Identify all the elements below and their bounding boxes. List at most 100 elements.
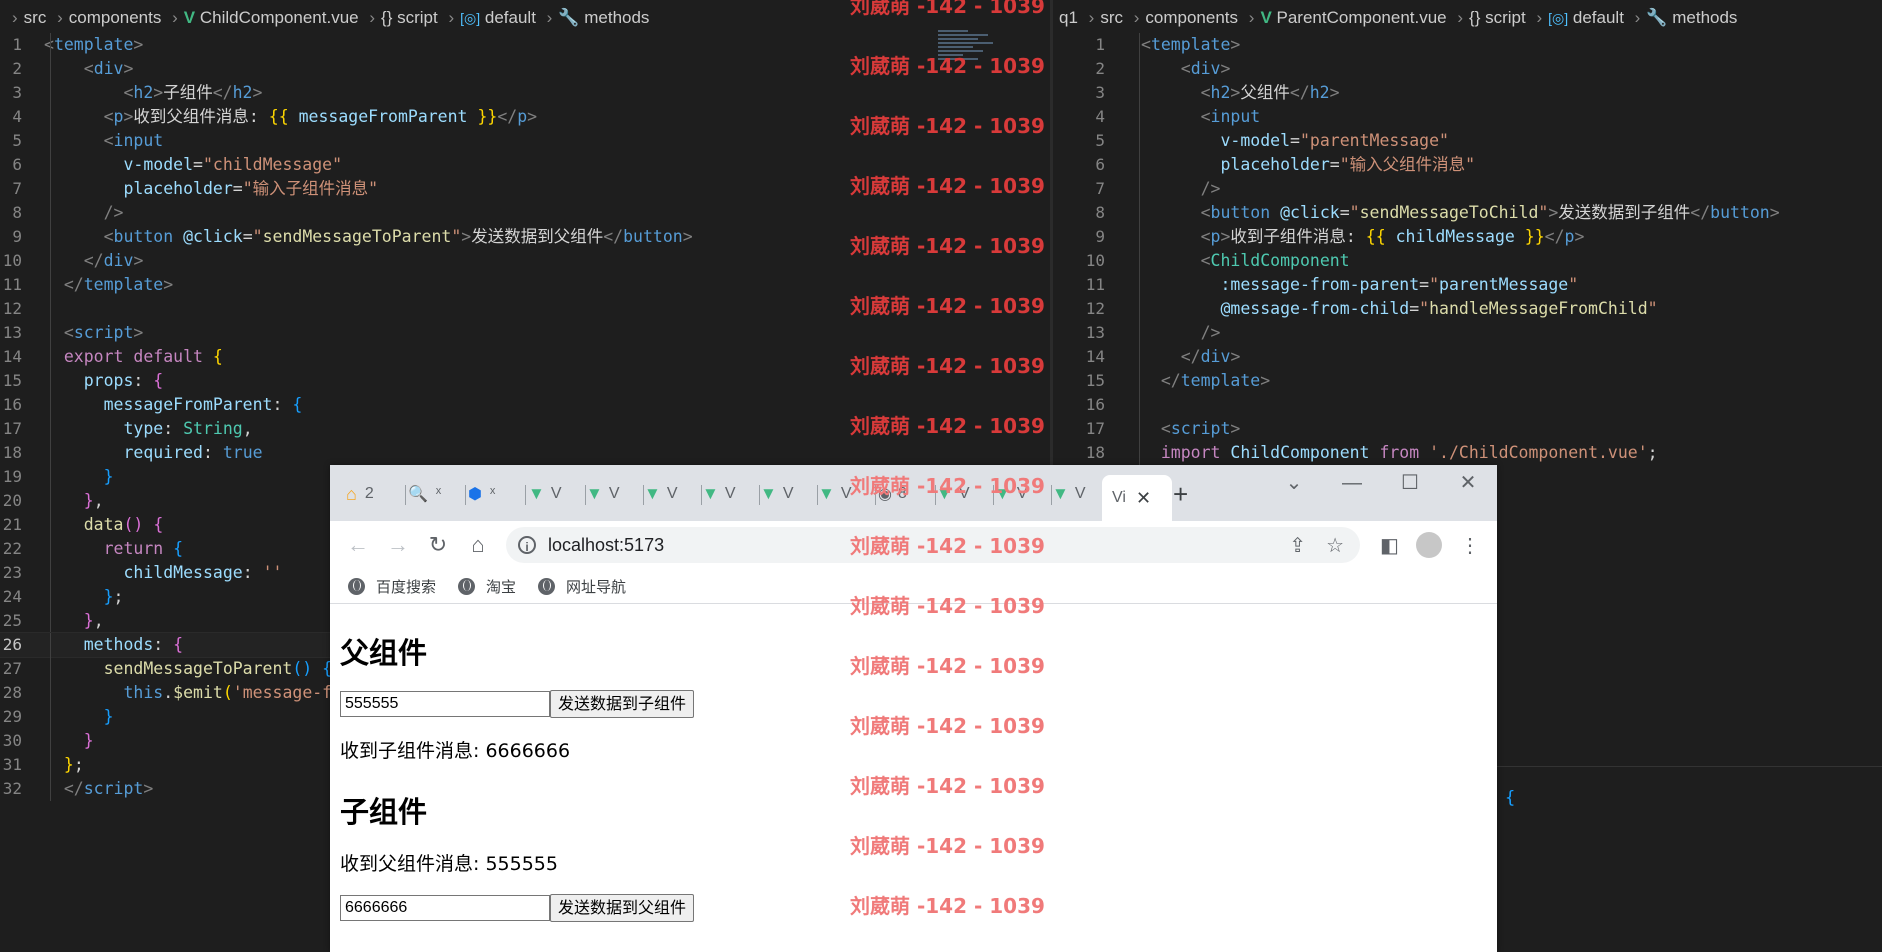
back-arrow-icon[interactable]: ← [338, 532, 378, 558]
line-number: 18 [1085, 443, 1105, 462]
code-line[interactable]: 14 export default { [0, 345, 1050, 369]
breadcrumb-default[interactable]: default [485, 8, 536, 27]
code-line[interactable]: 4 <input [1053, 105, 1882, 129]
line-number: 4 [1095, 107, 1105, 126]
code-line[interactable]: 7 placeholder="输入子组件消息" [0, 177, 1050, 201]
child-message-input[interactable]: 6666666 [340, 895, 550, 921]
tab-active[interactable]: Vi ✕ [1102, 475, 1172, 521]
site-info-icon[interactable]: i [518, 536, 536, 554]
code-line[interactable]: 1 <template> [1053, 33, 1882, 57]
code-line[interactable]: 12 [0, 297, 1050, 321]
tab-12[interactable]: ▼ V [994, 479, 1052, 509]
tab-10[interactable]: ◉ 8 [878, 479, 936, 509]
bookmark-baidu[interactable]: 百度搜索 [348, 576, 436, 597]
code-line[interactable]: 15 props: { [0, 369, 1050, 393]
code-line[interactable]: 4 <p>收到父组件消息: {{ messageFromParent }}</p… [0, 105, 1050, 129]
tab-5[interactable]: ▼ V [586, 479, 644, 509]
symbol-object-icon: [◎] [1548, 10, 1569, 26]
breadcrumb-q1[interactable]: q1 [1059, 8, 1078, 27]
breadcrumb-src[interactable]: src [24, 8, 47, 27]
side-panel-icon[interactable]: ◧ [1380, 533, 1399, 558]
send-to-parent-button[interactable]: 发送数据到父组件 [550, 894, 695, 922]
code-line[interactable]: 15 </template> [1053, 369, 1882, 393]
code-line[interactable]: 11 </template> [0, 273, 1050, 297]
line-number: 4 [12, 107, 22, 126]
code-line[interactable]: 3 <h2>子组件</h2> [0, 81, 1050, 105]
maximize-icon[interactable]: ☐ [1381, 465, 1439, 505]
breadcrumb-components[interactable]: components [1145, 8, 1238, 27]
url-text[interactable]: localhost:5173 [548, 535, 664, 556]
tab-4[interactable]: ▼ V [528, 479, 586, 509]
address-bar[interactable]: i localhost:5173 ⇪ ☆ [506, 527, 1360, 563]
breadcrumb-default[interactable]: default [1573, 8, 1624, 27]
code-line[interactable]: 3 <h2>父组件</h2> [1053, 81, 1882, 105]
tab-9[interactable]: ▼ V [818, 479, 876, 509]
code-line[interactable]: 5 <input [0, 129, 1050, 153]
breadcrumb-script[interactable]: {} script [1469, 8, 1526, 27]
tab-label: ˣ [435, 485, 442, 502]
code-line[interactable]: 9 <button @click="sendMessageToParent">发… [0, 225, 1050, 249]
breadcrumb-src[interactable]: src [1100, 8, 1123, 27]
code-line[interactable]: 18 import ChildComponent from './ChildCo… [1053, 441, 1882, 465]
code-line[interactable]: 8 /> [0, 201, 1050, 225]
breadcrumb-methods[interactable]: methods [1672, 8, 1737, 27]
code-line[interactable]: 13 <script> [0, 321, 1050, 345]
tab-search-chevron-icon[interactable]: ⌄ [1265, 465, 1323, 505]
code-line[interactable]: 10 </div> [0, 249, 1050, 273]
breadcrumb-components[interactable]: components [69, 8, 162, 27]
indent-guide [50, 201, 51, 225]
bookmark-star-icon[interactable]: ☆ [1326, 533, 1344, 558]
tab-7[interactable]: ▼ V [702, 479, 760, 509]
bookmark-nav[interactable]: 网址导航 [538, 576, 626, 597]
menu-dots-icon[interactable]: ⋮ [1460, 533, 1480, 558]
code-line[interactable]: 13 /> [1053, 321, 1882, 345]
indent-guide [50, 705, 51, 729]
code-line[interactable]: 6 v-model="childMessage" [0, 153, 1050, 177]
code-line[interactable]: 16 [1053, 393, 1882, 417]
forward-arrow-icon[interactable]: → [378, 532, 418, 558]
left-minimap[interactable] [938, 28, 1008, 88]
share-icon[interactable]: ⇪ [1289, 533, 1306, 558]
parent-message-input[interactable]: 555555 [340, 691, 550, 717]
tab-8[interactable]: ▼ V [760, 479, 818, 509]
code-line[interactable]: 11 :message-from-parent="parentMessage" [1053, 273, 1882, 297]
code-line[interactable]: 14 </div> [1053, 345, 1882, 369]
code-line[interactable]: 10 <ChildComponent [1053, 249, 1882, 273]
send-to-child-button[interactable]: 发送数据到子组件 [550, 690, 695, 718]
window-close-icon[interactable]: ✕ [1439, 465, 1497, 505]
breadcrumb-script[interactable]: {} script [381, 8, 438, 27]
code-line[interactable]: 8 <button @click="sendMessageToChild">发送… [1053, 201, 1882, 225]
indent-guide [50, 729, 51, 753]
code-line[interactable]: 18 required: true [0, 441, 1050, 465]
line-number: 27 [2, 659, 22, 678]
right-code-area[interactable]: 1 <template> 2 <div> 3 <h2>父组件</h2> 4 <input… [1053, 33, 1882, 465]
code-line[interactable]: 7 /> [1053, 177, 1882, 201]
code-line[interactable]: 17 type: String, [0, 417, 1050, 441]
close-icon[interactable]: ✕ [1136, 488, 1151, 509]
avatar[interactable] [1416, 532, 1442, 564]
code-line[interactable]: 17 <script> [1053, 417, 1882, 441]
indent-guide [50, 609, 51, 633]
code-line[interactable]: 12 @message-from-child="handleMessageFro… [1053, 297, 1882, 321]
code-line[interactable]: 6 placeholder="输入父组件消息" [1053, 153, 1882, 177]
code-line[interactable]: 5 v-model="parentMessage" [1053, 129, 1882, 153]
minimize-icon[interactable]: — [1323, 465, 1381, 505]
breadcrumb-methods[interactable]: methods [584, 8, 649, 27]
tab-1[interactable]: ⌂ 2 [346, 479, 406, 509]
code-text: v-model="parentMessage" [1220, 131, 1449, 150]
reload-icon[interactable]: ↻ [418, 532, 458, 558]
bookmark-taobao[interactable]: 淘宝 [458, 576, 516, 597]
home-icon[interactable]: ⌂ [458, 532, 498, 558]
code-line[interactable]: 2 <div> [0, 57, 1050, 81]
tab-6[interactable]: ▼ V [644, 479, 702, 509]
code-line[interactable]: 2 <div> [1053, 57, 1882, 81]
code-line[interactable]: 9 <p>收到子组件消息: {{ childMessage }}</p> [1053, 225, 1882, 249]
tab-2[interactable]: 🔍 ˣ [408, 479, 466, 509]
tab-11[interactable]: ▼ V [936, 479, 994, 509]
code-line[interactable]: 16 messageFromParent: { [0, 393, 1050, 417]
breadcrumb-file[interactable]: ChildComponent.vue [200, 8, 359, 27]
new-tab-button[interactable]: + [1173, 479, 1188, 510]
code-line[interactable]: 1 <template> [0, 33, 1050, 57]
tab-3[interactable]: ⬢ ˣ [468, 479, 526, 509]
breadcrumb-file[interactable]: ParentComponent.vue [1277, 8, 1447, 27]
